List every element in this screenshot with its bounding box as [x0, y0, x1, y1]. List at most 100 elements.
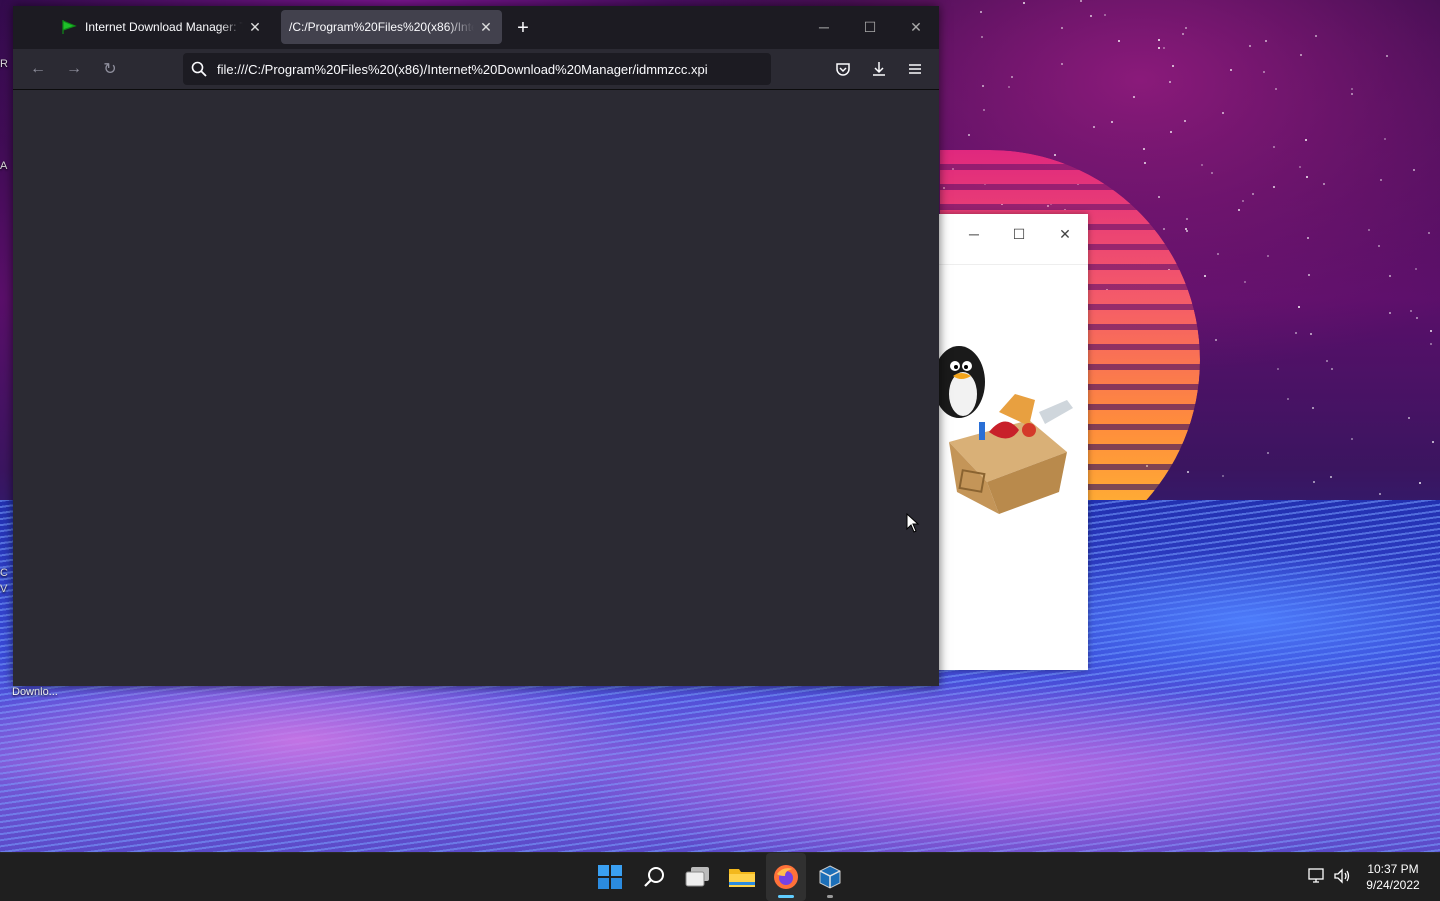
reload-button[interactable]: ↻ — [95, 55, 125, 83]
firefox-running-indicator — [778, 895, 794, 898]
pocket-button[interactable] — [828, 55, 858, 83]
star — [1307, 237, 1310, 240]
star — [1162, 46, 1165, 49]
desktop-icon-label[interactable]: Downlo... — [12, 686, 58, 698]
star — [1331, 368, 1334, 371]
virtualbox-running-indicator — [827, 895, 833, 898]
desktop-edge-letter: C — [0, 567, 8, 579]
url-text[interactable]: file:///C:/Program%20Files%20(x86)/Inter… — [217, 62, 708, 77]
star — [1183, 119, 1186, 122]
star — [1157, 39, 1160, 42]
tab-title: Internet Download Manager: Th — [85, 20, 243, 34]
file-explorer-icon — [729, 869, 755, 887]
star — [1383, 137, 1386, 140]
search-icon — [191, 61, 207, 77]
app-menu-button[interactable] — [900, 55, 930, 83]
close-button[interactable]: ✕ — [893, 12, 939, 42]
back-arrow-icon: ← — [30, 60, 46, 77]
star — [1143, 147, 1146, 150]
star — [981, 35, 984, 38]
tab-strip: Internet Download Manager: Th ✕ /C:/Prog… — [13, 6, 939, 49]
star — [1210, 171, 1213, 174]
star — [1248, 44, 1251, 47]
minimize-button[interactable]: ─ — [959, 220, 989, 248]
reload-icon: ↻ — [103, 61, 117, 78]
search-icon — [644, 867, 664, 887]
tab-idm[interactable]: Internet Download Manager: Th ✕ — [53, 10, 271, 44]
penguin-toolbox-illustration — [939, 346, 1073, 514]
star — [1244, 280, 1247, 283]
menu-icon — [909, 64, 921, 74]
page-content[interactable] — [13, 90, 939, 686]
installer-window[interactable]: ─ ☐ ✕ — [939, 214, 1088, 670]
installer-titlebar[interactable]: ─ ☐ ✕ — [939, 214, 1088, 265]
star — [1011, 76, 1014, 79]
minimize-button[interactable]: ─ — [801, 12, 847, 42]
star — [1110, 120, 1113, 123]
star — [1090, 15, 1093, 18]
star — [980, 10, 983, 13]
star — [1157, 196, 1160, 199]
firefox-window[interactable]: Internet Download Manager: Th ✕ /C:/Prog… — [13, 6, 939, 686]
task-view-button[interactable] — [682, 861, 714, 893]
star — [1181, 33, 1184, 36]
desktop-edge-letter: R — [0, 58, 8, 70]
star — [1252, 192, 1255, 195]
task-view-icon — [685, 867, 709, 887]
star — [1367, 229, 1370, 232]
volume-button[interactable] — [1333, 867, 1351, 888]
maximize-button[interactable]: ☐ — [847, 12, 893, 42]
star — [1408, 417, 1411, 420]
desktop-edge-letter: A — [0, 160, 8, 172]
network-button[interactable] — [1308, 867, 1326, 888]
star — [1388, 274, 1391, 277]
clock-date: 9/24/2022 — [1366, 878, 1420, 892]
close-tab-icon[interactable]: ✕ — [247, 19, 263, 35]
star — [1080, 0, 1083, 2]
star — [1186, 471, 1189, 474]
firefox-button[interactable] — [770, 861, 802, 893]
maximize-button[interactable]: ☐ — [1004, 220, 1034, 248]
pocket-icon — [836, 63, 850, 76]
star — [1185, 230, 1188, 233]
start-button[interactable] — [594, 861, 626, 893]
star — [1117, 40, 1120, 43]
network-icon — [1308, 868, 1324, 883]
tab-title: /C:/Program%20Files%20(x86)/Inter — [289, 20, 474, 34]
star — [1007, 85, 1010, 88]
forward-button[interactable]: → — [59, 55, 89, 83]
desktop-edge-letter: V — [0, 583, 8, 595]
star — [1185, 218, 1188, 221]
system-clock[interactable]: 10:37 PM 9/24/2022 — [1356, 861, 1430, 893]
star — [1351, 87, 1354, 90]
star — [1275, 87, 1278, 90]
star — [1419, 481, 1422, 484]
close-button[interactable]: ✕ — [1050, 220, 1080, 248]
star — [1307, 274, 1310, 277]
star — [1298, 305, 1301, 308]
close-tab-icon[interactable]: ✕ — [478, 19, 494, 35]
star — [1170, 130, 1173, 133]
tab-file[interactable]: /C:/Program%20Files%20(x86)/Inter ✕ — [281, 10, 502, 44]
new-tab-button[interactable]: + — [511, 16, 535, 40]
star — [1379, 179, 1382, 182]
url-bar[interactable]: file:///C:/Program%20Files%20(x86)/Inter… — [183, 53, 771, 85]
star — [1203, 274, 1206, 277]
mouse-cursor-icon — [906, 513, 920, 533]
star — [1169, 81, 1172, 84]
navigation-toolbar: ← → ↻ file:///C:/Program%20Files%20(x86)… — [13, 49, 939, 90]
downloads-button[interactable] — [864, 55, 894, 83]
star — [1412, 168, 1415, 171]
star — [1377, 244, 1380, 247]
star — [1132, 95, 1135, 98]
star — [1309, 332, 1312, 335]
file-explorer-button[interactable] — [726, 861, 758, 893]
star — [1222, 475, 1225, 478]
star — [982, 109, 985, 112]
virtualbox-button[interactable] — [814, 861, 846, 893]
star — [1427, 231, 1430, 234]
search-button[interactable] — [638, 861, 670, 893]
back-button[interactable]: ← — [23, 55, 53, 83]
download-icon — [873, 62, 885, 76]
star — [1311, 406, 1314, 409]
